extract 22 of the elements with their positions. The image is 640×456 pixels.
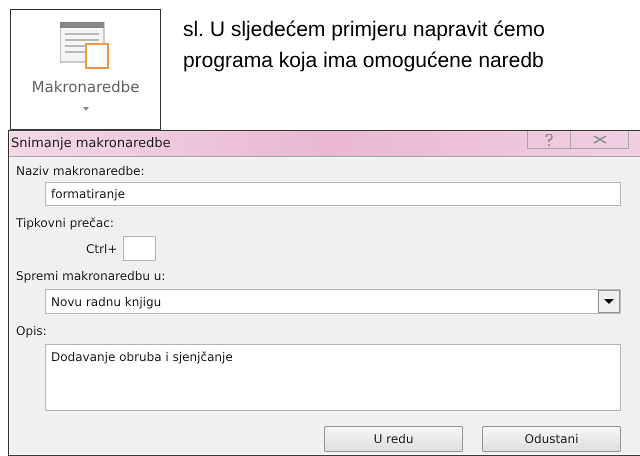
ribbon-button-label: Makronaredbe: [32, 77, 140, 98]
body-text-line: programa koja ima omogućene naredb: [183, 48, 545, 74]
dialog-button[interactable]: U redu: [324, 426, 463, 452]
name-label: Naziv makronaredbe:: [16, 163, 146, 180]
help-icon: [544, 134, 554, 146]
description-label: Opis:: [16, 323, 48, 340]
body-text-line: sl. U sljedećem primjeru napravit ćemo: [183, 17, 545, 43]
store-label: Spremi makronaredbu u:: [16, 268, 166, 285]
close-icon: [592, 135, 606, 144]
help-button[interactable]: [527, 131, 571, 149]
name-input-field[interactable]: formatiranje: [45, 182, 621, 206]
dropdown-caret-icon: [82, 106, 88, 110]
description-text-area[interactable]: Dodavanje obruba i sjenjčanje: [45, 344, 621, 411]
dialog-button[interactable]: Odustani: [482, 426, 621, 452]
ribbon-button[interactable]: Makronaredbe: [10, 9, 161, 130]
store-dropdown[interactable]: Novu radnu knjigu: [45, 289, 621, 314]
shortcut-label: Tipkovni prečac:: [16, 215, 115, 232]
window-title: Snimanje makronaredbe: [11, 134, 171, 153]
shortcut-key-field[interactable]: [123, 236, 156, 261]
close-button[interactable]: [571, 131, 629, 149]
shortcut-prefix: Ctrl+: [86, 240, 118, 258]
macro-sheet-icon: [60, 22, 112, 70]
